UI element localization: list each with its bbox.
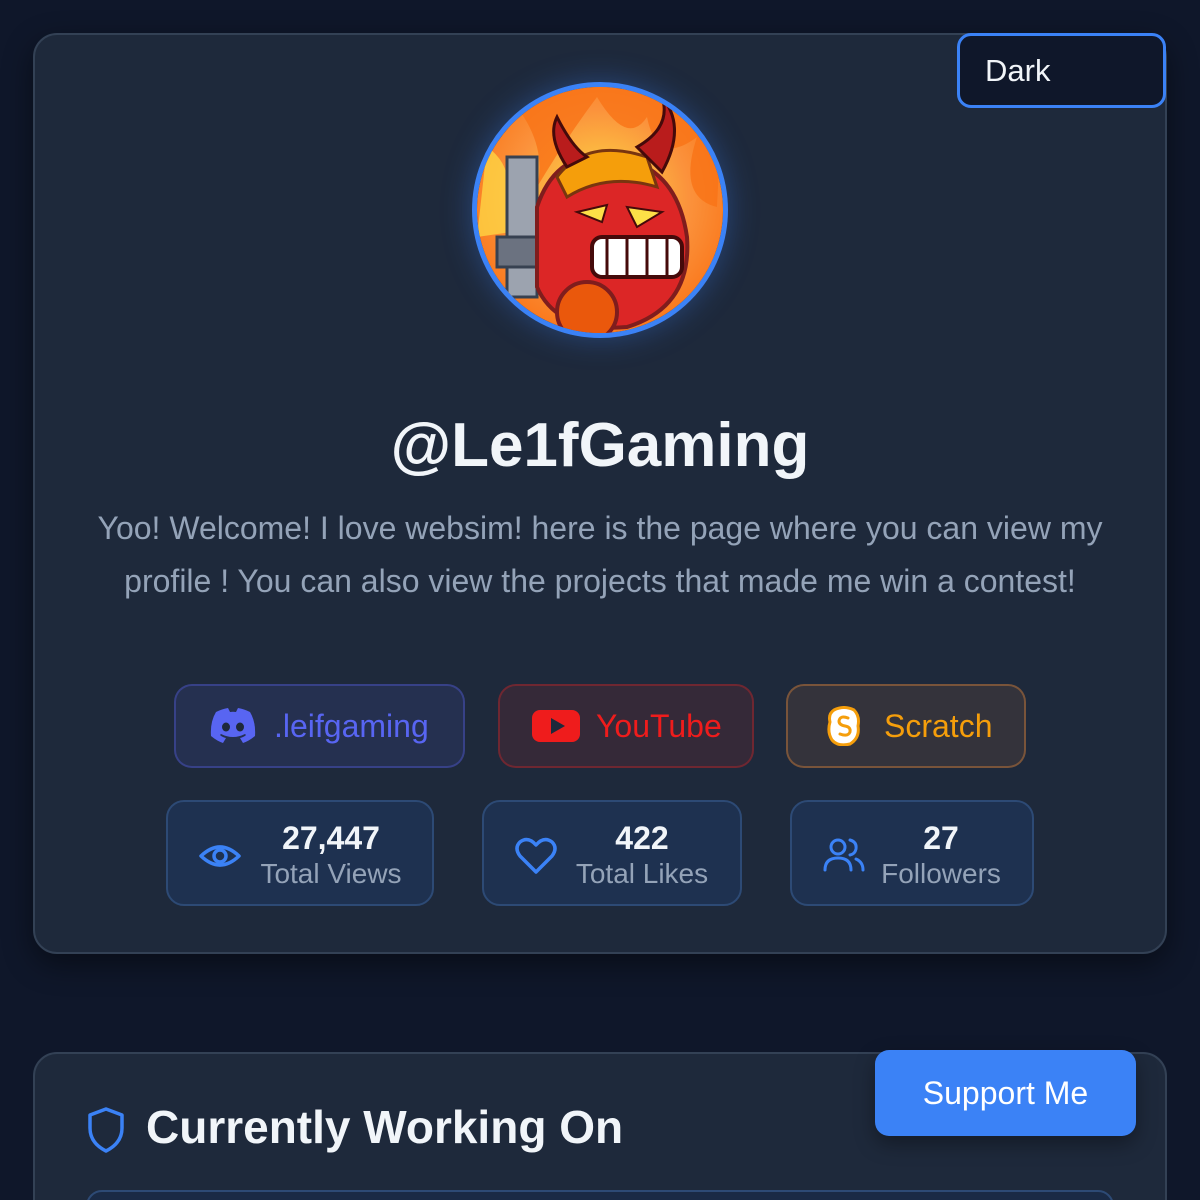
avatar-image bbox=[477, 87, 723, 333]
eye-icon bbox=[198, 834, 242, 878]
youtube-link[interactable]: YouTube bbox=[498, 684, 754, 768]
stat-followers: 27 Followers bbox=[790, 800, 1034, 906]
stat-value: 422 bbox=[615, 820, 669, 856]
theme-select-value: Dark bbox=[985, 52, 1051, 88]
youtube-label: YouTube bbox=[596, 707, 722, 744]
theme-select[interactable]: Dark bbox=[957, 33, 1166, 108]
discord-link[interactable]: .leifgaming bbox=[174, 684, 465, 768]
stat-total-views: 27,447 Total Views bbox=[166, 800, 434, 906]
discord-icon bbox=[208, 706, 258, 746]
users-icon bbox=[822, 834, 866, 878]
stat-total-likes: 422 Total Likes bbox=[482, 800, 742, 906]
profile-page: Dark @Le1fGaming Yoo! Welcome! I love we… bbox=[0, 0, 1200, 1200]
stat-value: 27 bbox=[923, 820, 959, 856]
support-button[interactable]: Support Me bbox=[875, 1050, 1136, 1136]
stat-value: 27,447 bbox=[282, 820, 380, 856]
discord-label: .leifgaming bbox=[274, 707, 429, 744]
username: @Le1fGaming bbox=[390, 411, 810, 480]
stat-label: Total Likes bbox=[575, 858, 709, 889]
scratch-link[interactable]: Scratch bbox=[786, 684, 1026, 768]
scratch-icon bbox=[826, 706, 862, 746]
scratch-label: Scratch bbox=[884, 707, 993, 744]
stat-label: Total Views bbox=[260, 858, 402, 889]
project-card bbox=[86, 1190, 1114, 1200]
working-on-title: Currently Working On bbox=[146, 1101, 624, 1153]
shield-icon bbox=[86, 1106, 126, 1154]
bio: Yoo! Welcome! I love websim! here is the… bbox=[97, 510, 1103, 599]
stat-label: Followers bbox=[881, 858, 1001, 889]
youtube-icon bbox=[532, 708, 580, 744]
avatar bbox=[472, 82, 728, 338]
heart-icon bbox=[514, 834, 558, 878]
